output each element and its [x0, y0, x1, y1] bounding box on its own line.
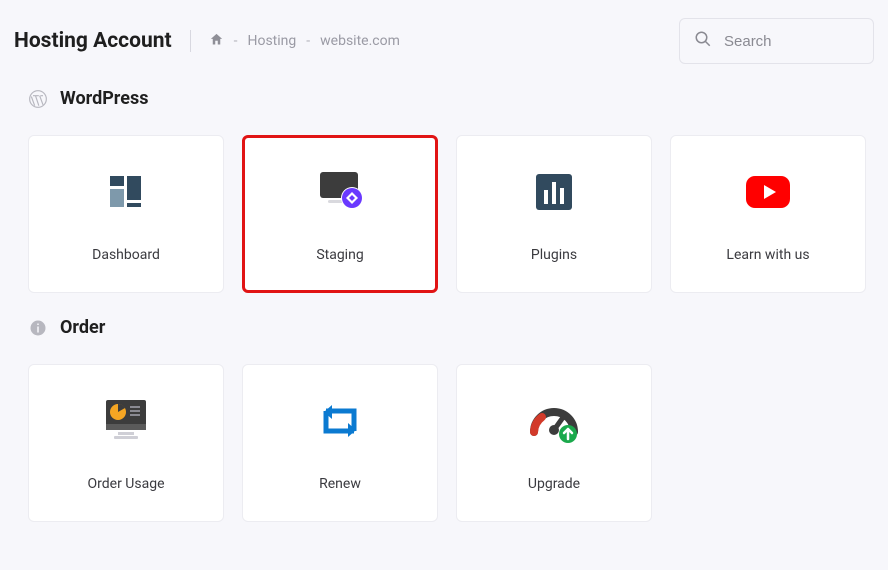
order-grid: Order Usage Renew Upgrade [0, 346, 888, 532]
top-bar: Hosting Account - Hosting - website.com [0, 0, 888, 74]
wordpress-icon [28, 89, 48, 109]
breadcrumb-sep: - [306, 33, 310, 49]
search-input[interactable] [724, 33, 859, 50]
search-box[interactable] [679, 18, 874, 64]
dashboard-icon [102, 165, 150, 219]
home-icon[interactable] [209, 32, 224, 51]
card-learn-label: Learn with us [726, 247, 809, 263]
upgrade-icon [526, 394, 582, 448]
card-plugins-label: Plugins [531, 247, 577, 263]
order-usage-icon [98, 394, 154, 448]
card-dashboard[interactable]: Dashboard [28, 135, 224, 293]
wordpress-grid: Dashboard Staging [0, 117, 888, 303]
plugins-icon [530, 165, 578, 219]
card-order-usage[interactable]: Order Usage [28, 364, 224, 522]
card-renew-label: Renew [319, 476, 361, 492]
breadcrumb: - Hosting - website.com [209, 32, 400, 51]
youtube-icon [742, 165, 794, 219]
renew-icon [312, 394, 368, 448]
breadcrumb-sep: - [234, 33, 238, 49]
card-dashboard-label: Dashboard [92, 247, 160, 263]
section-order-head: Order [0, 303, 888, 346]
card-upgrade[interactable]: Upgrade [456, 364, 652, 522]
card-staging[interactable]: Staging [242, 135, 438, 293]
card-renew[interactable]: Renew [242, 364, 438, 522]
page-title: Hosting Account [14, 29, 172, 53]
section-order-title: Order [60, 317, 105, 338]
search-icon [694, 30, 712, 52]
staging-icon [310, 165, 370, 219]
card-plugins[interactable]: Plugins [456, 135, 652, 293]
divider [190, 30, 191, 52]
card-order-usage-label: Order Usage [88, 476, 165, 492]
card-upgrade-label: Upgrade [528, 476, 580, 492]
section-wordpress-head: WordPress [0, 74, 888, 117]
info-icon [28, 318, 48, 338]
section-wordpress-title: WordPress [60, 88, 148, 109]
breadcrumb-hosting[interactable]: Hosting [247, 33, 296, 49]
card-learn[interactable]: Learn with us [670, 135, 866, 293]
card-staging-label: Staging [316, 247, 363, 263]
breadcrumb-site[interactable]: website.com [320, 33, 400, 49]
